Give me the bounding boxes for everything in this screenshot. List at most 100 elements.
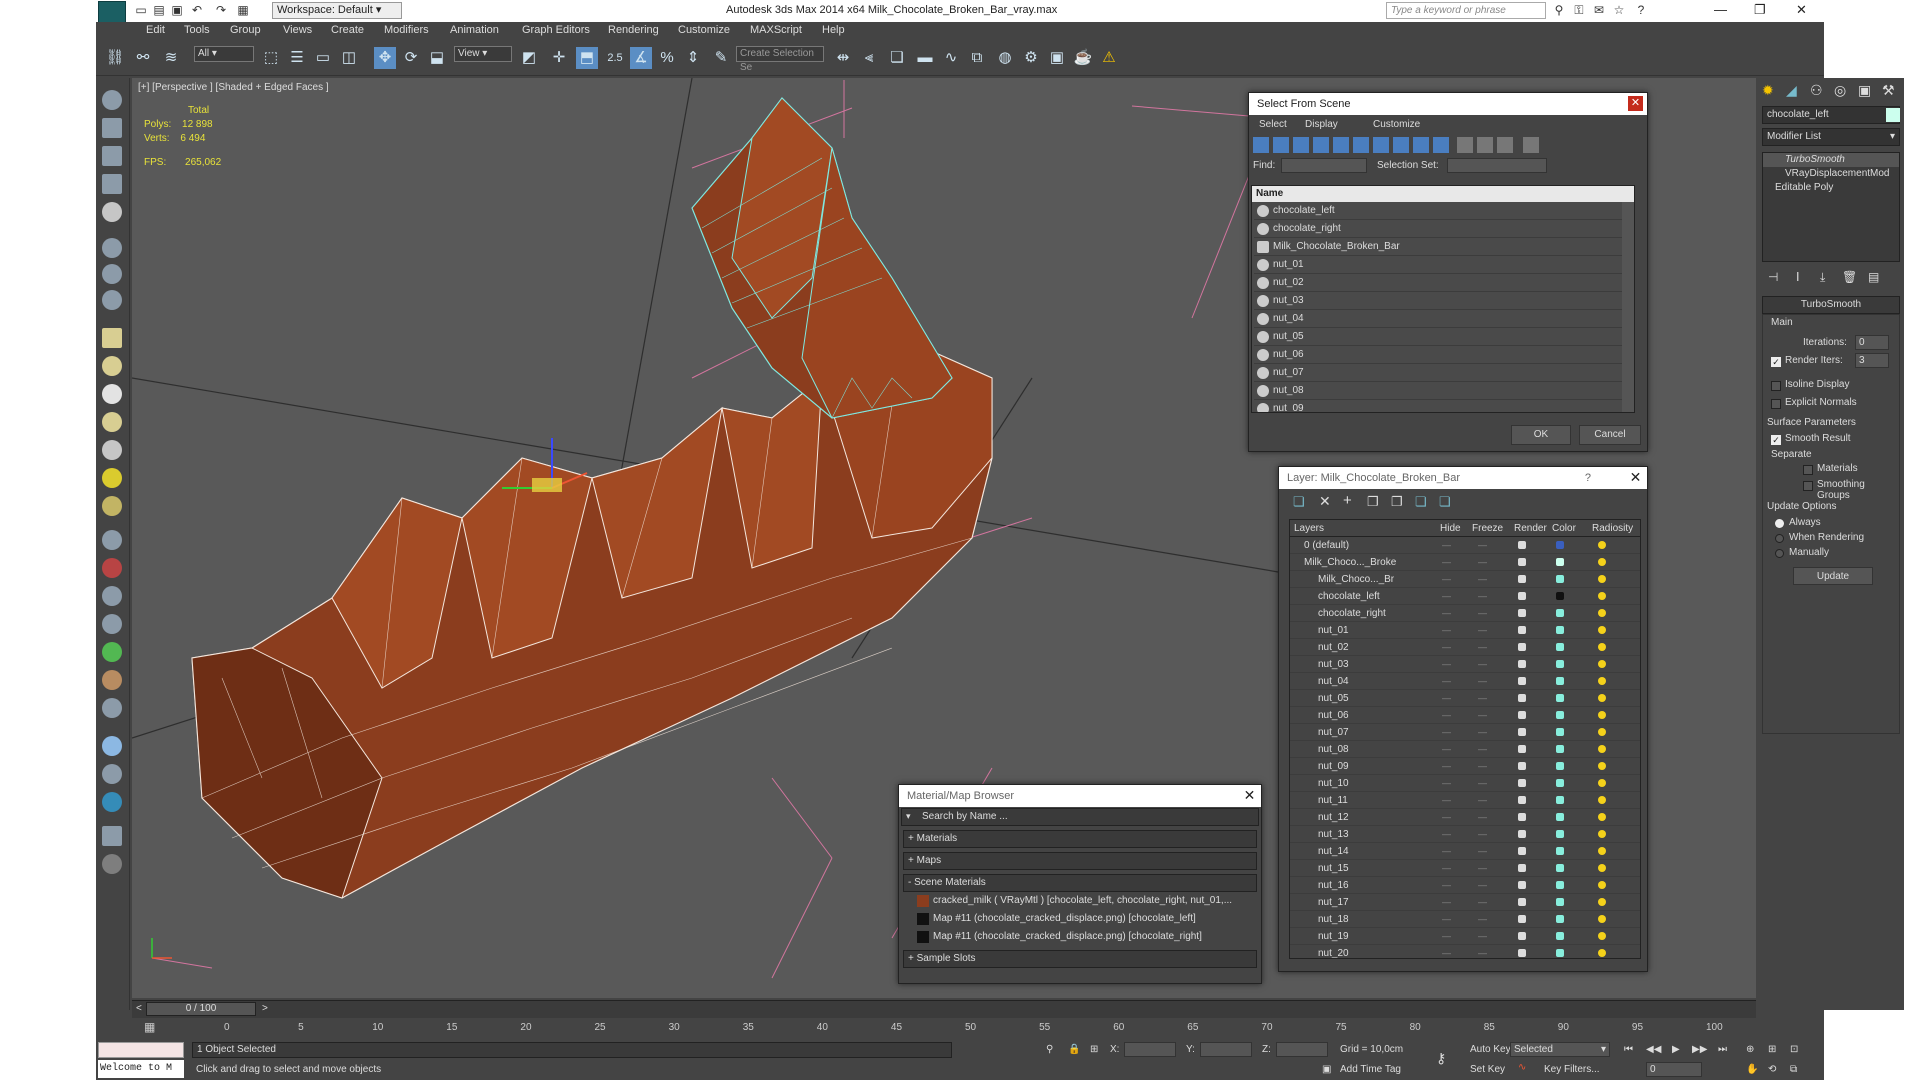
scene-material-item[interactable]: Map #11 (chocolate_cracked_displace.png)… bbox=[903, 910, 1257, 928]
menu-views[interactable]: Views bbox=[283, 24, 312, 36]
layer-freeze-toggle[interactable]: — bbox=[1478, 639, 1487, 656]
menu-create[interactable]: Create bbox=[331, 24, 364, 36]
layer-color-swatch[interactable] bbox=[1556, 762, 1564, 770]
unlink-icon[interactable]: ⚯ bbox=[132, 47, 154, 69]
align-icon[interactable]: ⫷ bbox=[858, 47, 880, 69]
selection-filter-dropdown[interactable]: All ▾ bbox=[194, 46, 254, 62]
radiosity-icon[interactable] bbox=[1598, 626, 1606, 634]
layer-hide-toggle[interactable]: — bbox=[1442, 622, 1451, 639]
sfs-filter-lights-icon[interactable] bbox=[1293, 137, 1309, 153]
window-crossing-icon[interactable]: ◫ bbox=[338, 47, 360, 69]
radiosity-icon[interactable] bbox=[1598, 558, 1606, 566]
add-to-layer-icon[interactable]: + bbox=[1343, 492, 1352, 509]
render-teapot-icon[interactable] bbox=[1518, 847, 1526, 855]
radiosity-icon[interactable] bbox=[1598, 592, 1606, 600]
layer-freeze-toggle[interactable]: — bbox=[1478, 656, 1487, 673]
hierarchy-tab-icon[interactable]: ⚇ bbox=[1810, 82, 1823, 99]
light-icon[interactable] bbox=[102, 468, 122, 488]
rect-selection-icon[interactable]: ▭ bbox=[312, 47, 334, 69]
layer-color-swatch[interactable] bbox=[1556, 830, 1564, 838]
render-teapot-icon[interactable] bbox=[1518, 711, 1526, 719]
separate-materials-checkbox[interactable] bbox=[1803, 465, 1813, 475]
z-coordinate-field[interactable] bbox=[1276, 1042, 1328, 1057]
named-selection-set-dropdown[interactable]: Create Selection Se bbox=[736, 46, 824, 73]
sfs-list-item[interactable]: nut_04 bbox=[1254, 310, 1634, 328]
col-hide[interactable]: Hide bbox=[1440, 520, 1461, 537]
viewport-label[interactable]: [+] [Perspective ] [Shaded + Edged Faces… bbox=[138, 82, 329, 93]
layer-color-swatch[interactable] bbox=[1556, 541, 1564, 549]
new-file-icon[interactable]: ▭ bbox=[134, 3, 148, 17]
search-dropdown-icon[interactable]: ▾ bbox=[906, 811, 911, 822]
col-render[interactable]: Render bbox=[1514, 520, 1547, 537]
lock-selection-icon[interactable]: ⚲ bbox=[1046, 1044, 1053, 1055]
bind-space-warp-icon[interactable]: ≋ bbox=[160, 47, 182, 69]
layer-color-swatch[interactable] bbox=[1556, 728, 1564, 736]
mirror-icon[interactable]: ⇹ bbox=[832, 47, 854, 69]
menu-rendering[interactable]: Rendering bbox=[608, 24, 659, 36]
torus-primitive-icon[interactable] bbox=[102, 412, 122, 432]
layer-row[interactable]: chocolate_left — — bbox=[1290, 588, 1640, 605]
sfs-filter-cameras-icon[interactable] bbox=[1313, 137, 1329, 153]
layer-freeze-toggle[interactable]: — bbox=[1478, 894, 1487, 911]
layer-freeze-toggle[interactable]: — bbox=[1478, 843, 1487, 860]
when-rendering-radio[interactable] bbox=[1775, 534, 1784, 543]
radiosity-icon[interactable] bbox=[1598, 813, 1606, 821]
stack-item-vraydisplacement[interactable]: VRayDisplacementMod bbox=[1763, 167, 1899, 181]
render-teapot-icon[interactable] bbox=[1518, 592, 1526, 600]
render-teapot-icon[interactable] bbox=[1518, 609, 1526, 617]
stack-item-editable-poly[interactable]: Editable Poly bbox=[1763, 181, 1899, 195]
sfs-cancel-button[interactable]: Cancel bbox=[1579, 425, 1641, 445]
layer-hide-toggle[interactable]: — bbox=[1442, 673, 1451, 690]
set-key-icon[interactable]: ⚷ bbox=[1436, 1050, 1446, 1067]
render-setup-icon[interactable]: ⚙ bbox=[1020, 47, 1042, 69]
layer-color-swatch[interactable] bbox=[1556, 881, 1564, 889]
menu-customize[interactable]: Customize bbox=[678, 24, 730, 36]
command-tool-23-icon[interactable] bbox=[102, 736, 122, 756]
time-slider-thumb[interactable]: 0 / 100 bbox=[146, 1002, 256, 1016]
isoline-checkbox[interactable] bbox=[1771, 381, 1781, 391]
angle-snap-icon[interactable]: ∡ bbox=[630, 47, 652, 69]
radiosity-icon[interactable] bbox=[1598, 932, 1606, 940]
layer-row[interactable]: 0 (default) — — bbox=[1290, 537, 1640, 554]
layer-hide-toggle[interactable]: — bbox=[1442, 690, 1451, 707]
render-teapot-icon[interactable] bbox=[1518, 949, 1526, 957]
layer-row[interactable]: nut_12 — — bbox=[1290, 809, 1640, 826]
workspace-dropdown[interactable]: Workspace: Default ▾ bbox=[272, 2, 402, 19]
iterations-spinner[interactable]: 0 bbox=[1855, 335, 1889, 350]
col-freeze[interactable]: Freeze bbox=[1472, 520, 1503, 537]
hide-all-layers-icon[interactable]: ❏ bbox=[1415, 494, 1427, 510]
absolute-mode-icon[interactable]: ⊞ bbox=[1090, 1044, 1098, 1055]
sfs-menu-customize[interactable]: Customize bbox=[1373, 119, 1420, 130]
materials-section[interactable]: + Materials bbox=[903, 830, 1257, 848]
radiosity-icon[interactable] bbox=[1598, 711, 1606, 719]
render-teapot-icon[interactable] bbox=[1518, 694, 1526, 702]
layer-color-swatch[interactable] bbox=[1556, 949, 1564, 957]
layer-row[interactable]: nut_20 — — bbox=[1290, 945, 1640, 958]
turbosmooth-rollout-header[interactable]: TurboSmooth bbox=[1762, 296, 1900, 314]
layer-freeze-toggle[interactable]: — bbox=[1478, 554, 1487, 571]
key-mode-dropdown[interactable]: Selected ▾ bbox=[1510, 1042, 1610, 1057]
layer-row[interactable]: nut_17 — — bbox=[1290, 894, 1640, 911]
current-frame-field[interactable]: 0 bbox=[1646, 1062, 1702, 1077]
layer-hide-toggle[interactable]: — bbox=[1442, 554, 1451, 571]
sfs-filter-groups-icon[interactable] bbox=[1373, 137, 1389, 153]
x-coordinate-field[interactable] bbox=[1124, 1042, 1176, 1057]
radiosity-icon[interactable] bbox=[1598, 643, 1606, 651]
help-circle-icon[interactable] bbox=[102, 854, 122, 874]
sample-slots-section[interactable]: + Sample Slots bbox=[903, 950, 1257, 968]
menu-group[interactable]: Group bbox=[230, 24, 261, 36]
layer-freeze-toggle[interactable]: — bbox=[1478, 588, 1487, 605]
layer-hide-toggle[interactable]: — bbox=[1442, 707, 1451, 724]
graphite-ribbon-icon[interactable]: ▬ bbox=[914, 47, 936, 69]
maxscript-listener[interactable]: Welcome to M bbox=[98, 1060, 184, 1078]
radiosity-icon[interactable] bbox=[1598, 847, 1606, 855]
layer-freeze-toggle[interactable]: — bbox=[1478, 605, 1487, 622]
time-next-icon[interactable]: > bbox=[262, 1003, 268, 1014]
layer-close-button[interactable]: ✕ bbox=[1628, 470, 1643, 485]
command-tool-19-icon[interactable] bbox=[102, 614, 122, 634]
layer-hide-toggle[interactable]: — bbox=[1442, 656, 1451, 673]
layer-row[interactable]: nut_02 — — bbox=[1290, 639, 1640, 656]
layer-freeze-toggle[interactable]: — bbox=[1478, 775, 1487, 792]
command-tool-1-icon[interactable] bbox=[102, 90, 122, 110]
layer-color-swatch[interactable] bbox=[1556, 558, 1564, 566]
